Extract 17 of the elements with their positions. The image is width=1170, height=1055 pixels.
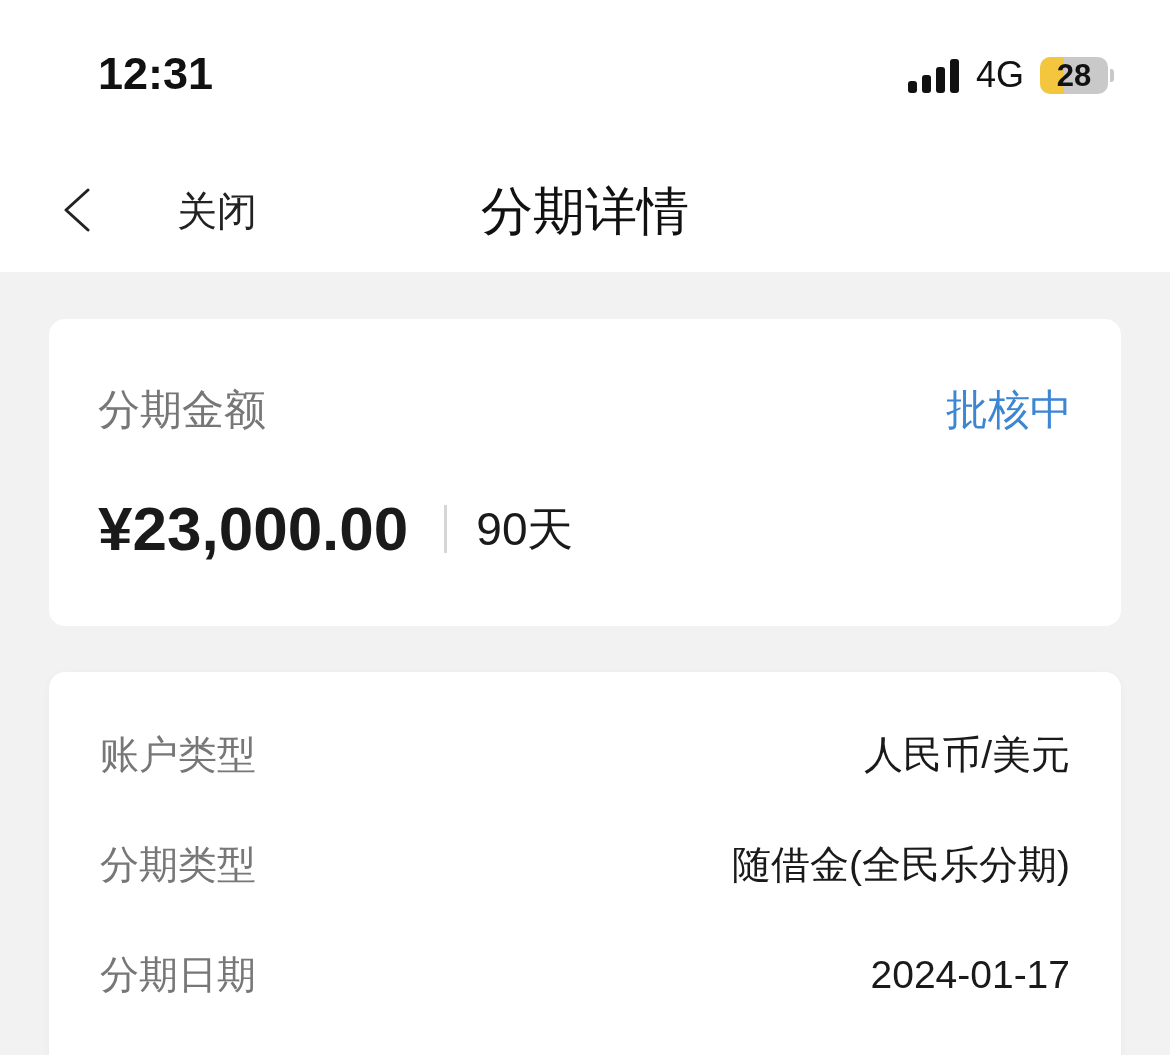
detail-label: 分期类型 xyxy=(100,842,256,888)
detail-label: 分期日期 xyxy=(100,952,256,998)
amount-label: 分期金额 xyxy=(98,387,266,433)
network-type-label: 4G xyxy=(975,56,1024,94)
detail-value: 2024-01-17 xyxy=(870,952,1070,998)
amount-value: ¥23,000.00 xyxy=(98,495,409,563)
battery-cap-icon xyxy=(1110,68,1114,82)
term-text: 90天 xyxy=(476,503,574,555)
signal-icon xyxy=(907,57,960,93)
detail-value: 随借金(全民乐分期) xyxy=(732,842,1070,888)
detail-value: 人民币/美元 xyxy=(864,732,1070,778)
status-text: 批核中 xyxy=(946,387,1072,433)
close-button[interactable]: 关闭 xyxy=(177,188,257,234)
clock-time: 12:31 xyxy=(98,48,214,100)
page-title: 分期详情 xyxy=(481,183,689,239)
chevron-left-icon[interactable] xyxy=(63,188,91,232)
detail-label: 账户类型 xyxy=(100,732,256,778)
